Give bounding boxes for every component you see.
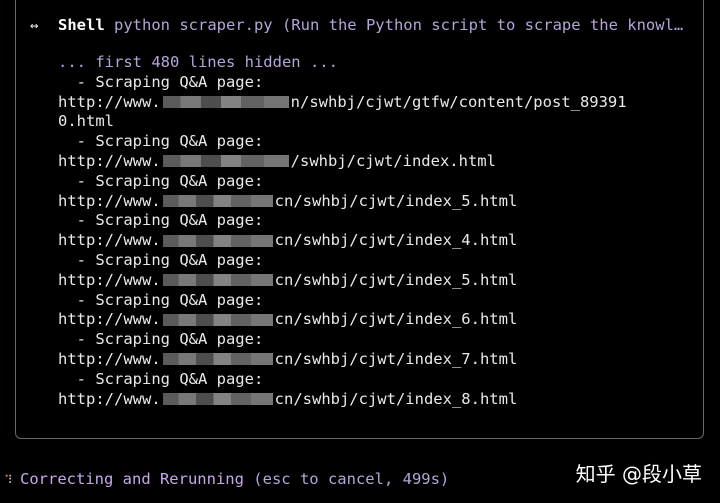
output-url-wrap: 0.html bbox=[58, 112, 114, 131]
url-suffix: /swhbj/cjwt/index.html bbox=[290, 151, 496, 170]
url-prefix: http://www. bbox=[58, 349, 161, 368]
output-label: - Scraping Q&A page: bbox=[58, 211, 264, 230]
tool-label: Shell bbox=[58, 16, 105, 34]
url-suffix: cn/swhbj/cjwt/index_6.html bbox=[274, 310, 518, 329]
shell-output-panel: ↔ Shell python scraper.py (Run the Python… bbox=[15, 0, 704, 439]
url-prefix: http://www. bbox=[58, 191, 161, 210]
shell-header[interactable]: ↔ Shell python scraper.py (Run the Python… bbox=[30, 14, 690, 36]
redacted-domain bbox=[162, 313, 273, 326]
url-prefix: http://www. bbox=[58, 310, 161, 329]
output-url-line: http://www. cn/swhbj/cjwt/index_7.html bbox=[58, 350, 688, 370]
output-url-line: http://www. n/swhbj/cjwt/gtfw/content/pos… bbox=[58, 93, 688, 113]
url-suffix: cn/swhbj/cjwt/index_4.html bbox=[274, 231, 518, 250]
redacted-domain bbox=[162, 274, 273, 287]
shell-output: ... first 480 lines hidden ... - Scrapin… bbox=[58, 53, 688, 409]
output-url-line: http://www. cn/swhbj/cjwt/index_6.html bbox=[58, 310, 688, 330]
cancel-hint: (esc to cancel, 499s) bbox=[243, 470, 450, 488]
output-url-line: http://www. cn/swhbj/cjwt/index_5.html bbox=[58, 192, 688, 212]
status-text: Correcting and Rerunning bbox=[20, 470, 244, 488]
output-label: - Scraping Q&A page: bbox=[58, 171, 264, 190]
output-label: - Scraping Q&A page: bbox=[58, 132, 264, 151]
output-url-line: http://www. cn/swhbj/cjwt/index_8.html bbox=[58, 390, 688, 410]
url-suffix: cn/swhbj/cjwt/index_5.html bbox=[274, 270, 518, 289]
hidden-lines-note: ... first 480 lines hidden ... bbox=[58, 53, 338, 71]
expand-collapse-icon[interactable]: ↔ bbox=[30, 15, 58, 36]
url-suffix: n/swhbj/cjwt/gtfw/content/post_89391 bbox=[290, 92, 627, 111]
output-label: - Scraping Q&A page: bbox=[58, 72, 264, 91]
url-suffix: cn/swhbj/cjwt/index_8.html bbox=[274, 389, 518, 408]
output-label: - Scraping Q&A page: bbox=[58, 330, 264, 349]
redacted-domain bbox=[162, 195, 273, 208]
output-label: - Scraping Q&A page: bbox=[58, 250, 264, 269]
redacted-domain bbox=[162, 96, 289, 109]
output-url-line: http://www. cn/swhbj/cjwt/index_5.html bbox=[58, 271, 688, 291]
output-label: - Scraping Q&A page: bbox=[58, 290, 264, 309]
url-prefix: http://www. bbox=[58, 92, 161, 111]
output-url-line: http://www. /swhbj/cjwt/index.html bbox=[58, 152, 688, 172]
url-prefix: http://www. bbox=[58, 270, 161, 289]
redacted-domain bbox=[162, 234, 273, 247]
spinner-icon: ⠹ bbox=[4, 473, 13, 487]
url-suffix: cn/swhbj/cjwt/index_7.html bbox=[274, 349, 518, 368]
redacted-domain bbox=[162, 155, 289, 168]
url-suffix: cn/swhbj/cjwt/index_5.html bbox=[274, 191, 518, 210]
url-prefix: http://www. bbox=[58, 151, 161, 170]
redacted-domain bbox=[162, 393, 273, 406]
url-prefix: http://www. bbox=[58, 231, 161, 250]
output-url-line: http://www. cn/swhbj/cjwt/index_4.html bbox=[58, 231, 688, 251]
url-prefix: http://www. bbox=[58, 389, 161, 408]
output-label: - Scraping Q&A page: bbox=[58, 369, 264, 388]
watermark: 知乎 @段小草 bbox=[575, 462, 702, 486]
shell-command: python scraper.py (Run the Python script… bbox=[104, 16, 684, 34]
redacted-domain bbox=[162, 353, 273, 366]
status-bar: ⠹ Correcting and Rerunning (esc to cancel… bbox=[4, 468, 449, 491]
